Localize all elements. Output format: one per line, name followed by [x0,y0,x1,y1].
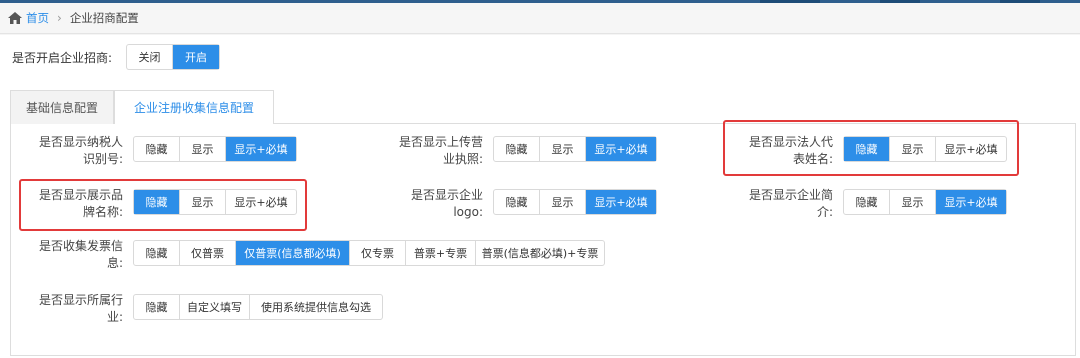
breadcrumb-separator: › [57,11,62,25]
taxpayer-id-toggle: 隐藏 显示 显示+必填 [133,136,297,162]
industry-toggle: 隐藏 自定义填写 使用系统提供信息勾选 [133,294,383,320]
open-setting-toggle: 关闭 开启 [126,44,221,70]
option-hide[interactable]: 隐藏 [134,295,180,319]
tab-bar: 基础信息配置 企业注册收集信息配置 [10,90,1076,125]
option-normal-required-special[interactable]: 普票(信息都必填)+专票 [476,241,604,265]
breadcrumb-home-link[interactable]: 首页 [8,10,49,26]
option-hide[interactable]: 隐藏 [134,241,180,265]
field-company-intro: 是否显示企业简 介: 隐藏 显示 显示+必填 [741,186,1007,221]
option-normal-required[interactable]: 仅普票(信息都必填) [236,241,350,265]
option-normal-only[interactable]: 仅普票 [180,241,236,265]
field-taxpayer-id: 是否显示纳税人 识别号: 隐藏 显示 显示+必填 [21,133,297,168]
option-hide[interactable]: 隐藏 [494,137,540,161]
company-logo-toggle: 隐藏 显示 显示+必填 [493,189,657,215]
tab-registration-info[interactable]: 企业注册收集信息配置 [114,90,274,125]
field-label: 是否显示上传营 业执照: [398,135,483,166]
highlight-box [19,179,307,231]
option-show-required[interactable]: 显示+必填 [226,137,296,161]
option-show-required[interactable]: 显示+必填 [586,137,656,161]
open-off-button[interactable]: 关闭 [127,45,174,69]
option-show[interactable]: 显示 [890,190,936,214]
open-setting-row: 是否开启企业招商: 关闭 开启 [12,43,221,71]
tab-panel: 是否显示纳税人 识别号: 隐藏 显示 显示+必填 是否显示上传营 业执照: 隐藏… [10,120,1076,356]
open-on-button[interactable]: 开启 [173,45,220,69]
breadcrumb: 首页 › 企业招商配置 [0,3,1080,34]
breadcrumb-current: 企业招商配置 [69,11,139,25]
option-hide[interactable]: 隐藏 [494,190,540,214]
option-show[interactable]: 显示 [180,137,226,161]
business-license-toggle: 隐藏 显示 显示+必填 [493,136,657,162]
option-hide[interactable]: 隐藏 [844,190,890,214]
option-normal-special[interactable]: 普票+专票 [406,241,476,265]
home-icon [8,12,22,24]
option-show-required[interactable]: 显示+必填 [586,190,656,214]
breadcrumb-home-label: 首页 [26,11,49,25]
option-show[interactable]: 显示 [540,137,586,161]
highlight-box [723,120,1019,176]
option-hide[interactable]: 隐藏 [134,137,180,161]
field-industry: 是否显示所属行 业: 隐藏 自定义填写 使用系统提供信息勾选 [21,291,383,326]
field-business-license: 是否显示上传营 业执照: 隐藏 显示 显示+必填 [381,133,657,168]
option-system-select[interactable]: 使用系统提供信息勾选 [250,295,382,319]
company-intro-toggle: 隐藏 显示 显示+必填 [843,189,1007,215]
field-label: 是否显示企业简 介: [748,188,833,219]
field-invoice: 是否收集发票信 息: 隐藏 仅普票 仅普票(信息都必填) 仅专票 普票+专票 普… [21,237,605,272]
main-content: 是否开启企业招商: 关闭 开启 基础信息配置 企业注册收集信息配置 是否显示纳税… [0,35,1080,358]
field-label: 是否显示纳税人 识别号: [38,135,123,166]
field-company-logo: 是否显示企业 logo: 隐藏 显示 显示+必填 [381,186,657,221]
option-custom-input[interactable]: 自定义填写 [180,295,250,319]
open-setting-label: 是否开启企业招商: [12,50,113,65]
field-label: 是否收集发票信 息: [38,239,123,270]
invoice-toggle: 隐藏 仅普票 仅普票(信息都必填) 仅专票 普票+专票 普票(信息都必填)+专票 [133,240,605,266]
option-show[interactable]: 显示 [540,190,586,214]
field-label: 是否显示所属行 业: [38,293,123,324]
tab-basic-info[interactable]: 基础信息配置 [10,90,114,124]
option-special-only[interactable]: 仅专票 [350,241,406,265]
field-label: 是否显示企业 logo: [410,188,483,219]
option-show-required[interactable]: 显示+必填 [936,190,1006,214]
